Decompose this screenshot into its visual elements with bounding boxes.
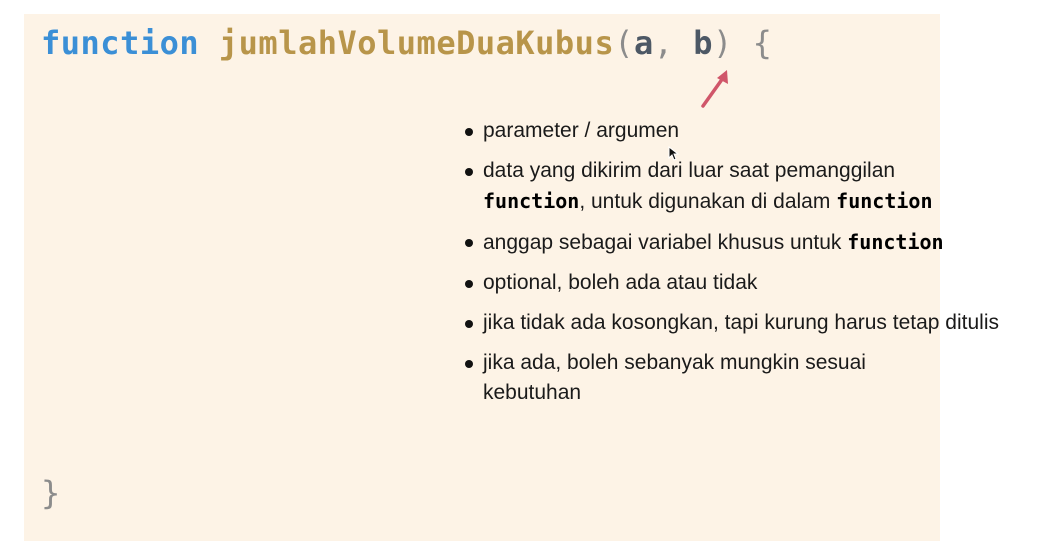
keyword-function: function [41, 24, 200, 62]
list-item: jika ada, boleh sebanyak mungkin sesuai … [462, 348, 913, 408]
open-paren: ( [614, 24, 634, 62]
list-item: anggap sebagai variabel khusus untuk fun… [462, 227, 1037, 258]
list-item-text: jika tidak ada kosongkan, tapi kurung ha… [483, 311, 999, 334]
list-item-text: jika ada, boleh sebanyak mungkin sesuai … [483, 351, 866, 404]
list-item: optional, boleh ada atau tidak [462, 268, 1037, 298]
list-item-text: data yang dikirim dari luar saat pemangg… [483, 159, 896, 182]
code-keyword-function: function [836, 189, 933, 213]
list-item: jika tidak ada kosongkan, tapi kurung ha… [462, 308, 1003, 338]
code-keyword-function: function [483, 189, 580, 213]
comma: , [653, 24, 674, 62]
function-signature: function jumlahVolumeDuaKubus(a, b) { [41, 24, 772, 62]
list-item: data yang dikirim dari luar saat pemangg… [462, 156, 1037, 217]
code-keyword-function: function [847, 230, 944, 254]
param-a: a [633, 24, 654, 62]
close-paren: ) [713, 24, 733, 62]
list-item-text: optional, boleh ada atau tidak [483, 271, 758, 294]
notes-list: parameter / argumen data yang dikirim da… [462, 116, 1037, 418]
list-item-text: parameter / argumen [483, 119, 680, 142]
list-item-text: , untuk digunakan di dalam [579, 190, 837, 213]
param-b: b [693, 24, 714, 62]
open-brace: { [752, 24, 773, 62]
close-brace: } [41, 474, 61, 512]
function-name: jumlahVolumeDuaKubus [218, 24, 615, 62]
arrow-up-right-icon [701, 70, 728, 108]
mouse-cursor-icon [668, 146, 680, 161]
list-item: parameter / argumen [462, 116, 1037, 146]
list-item-text: anggap sebagai variabel khusus untuk [483, 231, 848, 254]
